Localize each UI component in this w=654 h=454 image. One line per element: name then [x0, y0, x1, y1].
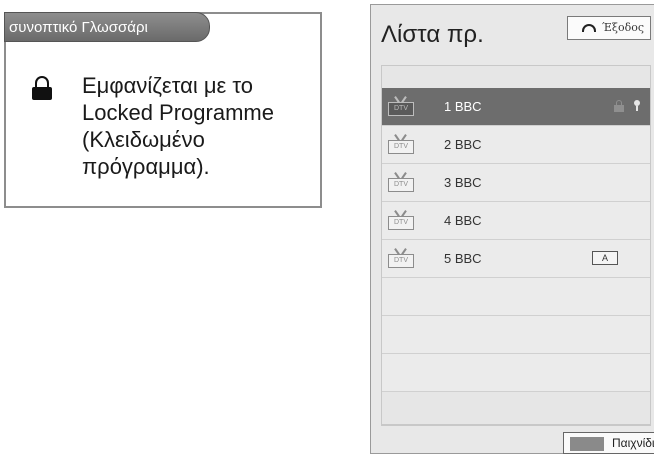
game-label: Παιχνίδι — [612, 436, 654, 450]
channel-row[interactable]: DTV 1 BBC — [382, 88, 650, 126]
audio-badge: A — [592, 251, 618, 265]
dtv-badge: DTV — [388, 216, 414, 230]
panel-title: Λίστα πρ. — [381, 21, 484, 48]
favourite-pin-icon — [634, 100, 640, 111]
glossary-line: πρόγραμμα). — [82, 154, 210, 179]
glossary-entry: Εμφανίζεται με το Locked Programme (Κλει… — [32, 72, 322, 180]
lock-icon — [32, 76, 52, 100]
dtv-icon: DTV — [388, 248, 414, 268]
footer-divider — [381, 425, 651, 426]
glossary-line: Εμφανίζεται με το — [82, 73, 254, 98]
dtv-icon: DTV — [388, 172, 414, 192]
game-button[interactable]: Παιχνίδι — [563, 432, 654, 454]
empty-row — [382, 316, 650, 354]
dtv-icon: DTV — [388, 134, 414, 154]
channel-row[interactable]: DTV 2 BBC — [382, 126, 650, 164]
dtv-badge: DTV — [388, 178, 414, 192]
empty-row — [382, 354, 650, 392]
glossary-box: συνοπτικό Γλωσσάρι Εμφανίζεται με το Loc… — [4, 12, 322, 208]
glossary-title: συνοπτικό Γλωσσάρι — [4, 12, 210, 42]
channel-name: 3 BBC — [444, 175, 482, 190]
channel-row[interactable]: DTV 5 BBC A — [382, 240, 650, 278]
color-key-icon — [570, 436, 604, 451]
dtv-icon: DTV — [388, 210, 414, 230]
lock-icon — [614, 100, 624, 112]
glossary-entry-text: Εμφανίζεται με το Locked Programme (Κλει… — [82, 72, 322, 180]
dtv-badge: DTV — [388, 254, 414, 268]
channel-row[interactable]: DTV 4 BBC — [382, 202, 650, 240]
dtv-badge: DTV — [388, 140, 414, 154]
glossary-line: Locked Programme — [82, 100, 274, 125]
back-arrow-icon — [582, 24, 596, 32]
channel-name: 5 BBC — [444, 251, 482, 266]
exit-button[interactable]: Έξοδος — [567, 16, 651, 40]
exit-label: Έξοδος — [602, 21, 644, 34]
programme-list-panel: Λίστα πρ. Έξοδος DTV 1 BBC DTV 2 BBC DTV — [370, 4, 654, 454]
channel-row[interactable]: DTV 3 BBC — [382, 164, 650, 202]
channel-name: 2 BBC — [444, 137, 482, 152]
channel-name: 4 BBC — [444, 213, 482, 228]
dtv-icon: DTV — [388, 96, 414, 116]
glossary-line: (Κλειδωμένο — [82, 127, 205, 152]
channel-name: 1 BBC — [444, 99, 482, 114]
channel-list: DTV 1 BBC DTV 2 BBC DTV 3 BBC DTV 4 BBC … — [381, 65, 651, 425]
empty-row — [382, 278, 650, 316]
dtv-badge: DTV — [388, 102, 414, 116]
